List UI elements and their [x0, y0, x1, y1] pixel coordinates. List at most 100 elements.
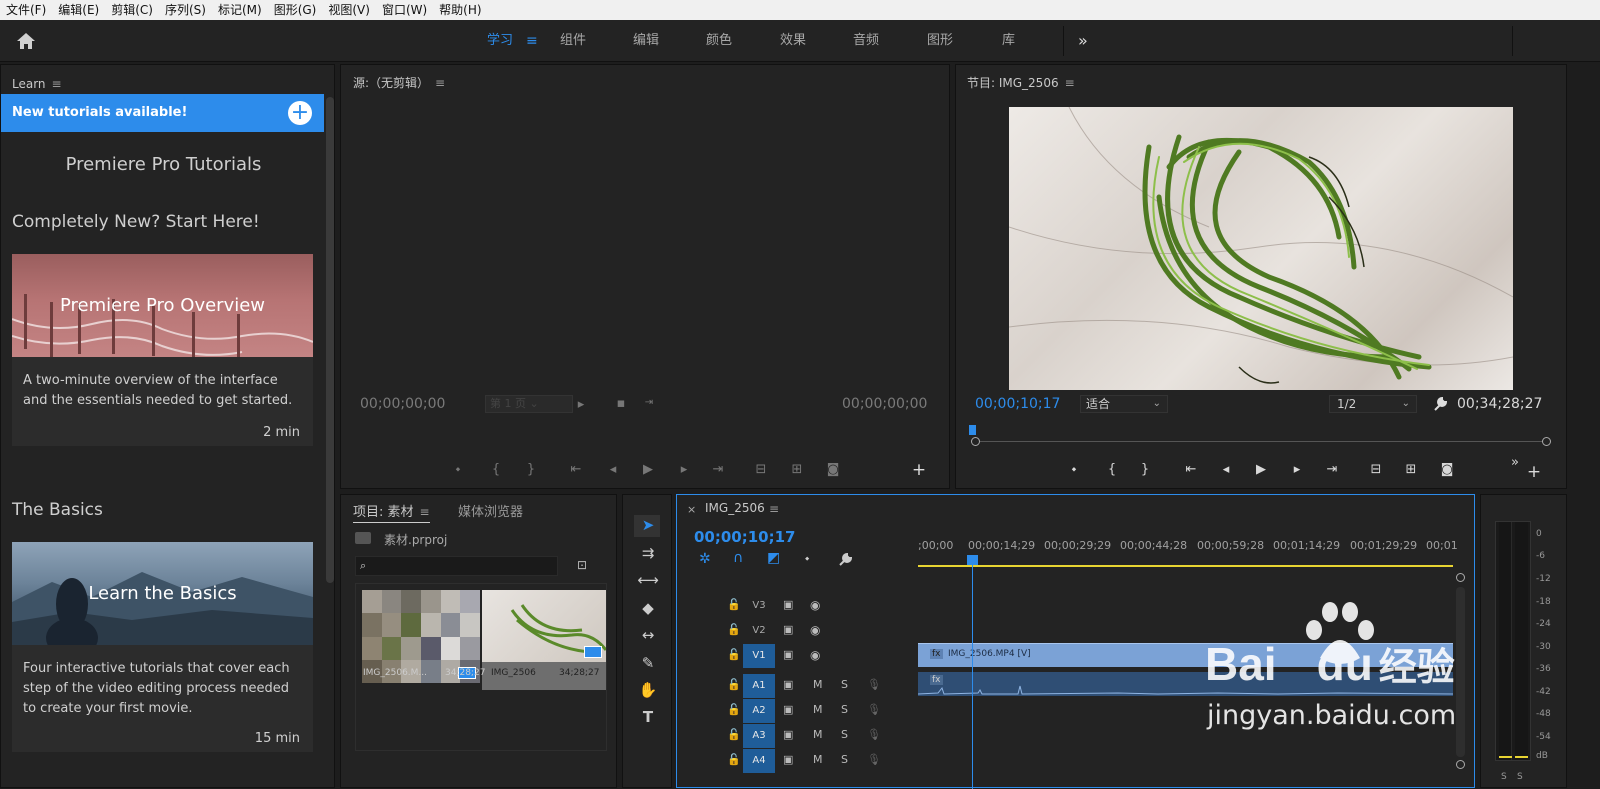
lock-icon[interactable]: 🔓 [727, 648, 741, 661]
program-playhead[interactable] [969, 425, 976, 435]
track-v3-label[interactable]: V3 [743, 594, 775, 618]
source-page-select[interactable]: 第 1 页 ⌄ [485, 395, 573, 413]
solo-left-button[interactable]: S [1501, 772, 1507, 782]
track-a4-label[interactable]: A4 [743, 749, 775, 773]
sync-lock-icon[interactable]: ▣ [783, 728, 793, 741]
tutorial-card-overview[interactable]: Premiere Pro Overview A two-minute overv… [12, 254, 313, 446]
timeline-scroll-top[interactable] [1456, 573, 1465, 582]
menu-edit[interactable]: 编辑(E) [52, 0, 105, 20]
source-mark-in-icon[interactable]: { [486, 462, 506, 477]
solo-right-button[interactable]: S [1517, 772, 1523, 782]
lock-icon[interactable]: 🔓 [727, 728, 741, 741]
camera-icon[interactable]: ▣ [783, 598, 793, 611]
workspace-menu-icon[interactable]: ≡ [526, 20, 538, 62]
program-extract-icon[interactable]: ⊞ [1400, 462, 1422, 477]
panel-menu-icon[interactable]: ≡ [420, 505, 430, 519]
panel-menu-icon[interactable]: ≡ [52, 77, 62, 91]
program-add-marker-icon[interactable]: ⬩ [1063, 462, 1085, 477]
audio-clip-a1[interactable]: fx [918, 672, 1453, 696]
lock-icon[interactable]: 🔓 [727, 703, 741, 716]
source-play-small-icon[interactable]: ▸ [571, 397, 591, 412]
close-sequence-icon[interactable]: × [687, 503, 696, 516]
program-mark-in-icon[interactable]: { [1101, 462, 1123, 477]
menu-clip[interactable]: 剪辑(C) [105, 0, 159, 20]
sync-lock-icon[interactable]: ▣ [783, 678, 793, 691]
project-tab[interactable]: 项目: 素材 ≡ [353, 501, 430, 523]
camera-icon[interactable]: ▣ [783, 648, 793, 661]
source-insert-icon[interactable]: ⊟ [751, 462, 771, 477]
menu-window[interactable]: 窗口(W) [376, 0, 433, 20]
track-a1-label[interactable]: A1 [743, 674, 775, 698]
solo-button[interactable]: S [841, 703, 848, 716]
track-a2-label[interactable]: A2 [743, 699, 775, 723]
source-camera-icon[interactable]: ◙ [823, 462, 843, 477]
lock-icon[interactable]: 🔓 [727, 623, 741, 636]
source-go-out-icon[interactable]: ⇥ [708, 462, 728, 477]
razor-tool-icon[interactable]: ◆ [637, 599, 659, 617]
menu-sequence[interactable]: 序列(S) [159, 0, 212, 20]
panel-menu-icon[interactable]: ≡ [435, 76, 445, 90]
track-v1-label[interactable]: V1 [743, 644, 775, 668]
timeline-timecode[interactable]: 00;00;10;17 [694, 528, 796, 546]
mic-icon[interactable]: 🎙 [867, 728, 881, 741]
program-video-frame[interactable] [1009, 107, 1513, 390]
mute-button[interactable]: M [813, 753, 823, 766]
source-export-icon[interactable]: ▪ [611, 396, 631, 411]
program-resolution-select[interactable]: 1/2 ⌄ [1329, 395, 1417, 413]
solo-button[interactable]: S [841, 678, 848, 691]
program-go-out-icon[interactable]: ⇥ [1321, 462, 1343, 477]
learn-panel-title[interactable]: Learn [12, 77, 46, 91]
program-lift-icon[interactable]: ⊟ [1365, 462, 1387, 477]
program-fit-select[interactable]: 适合 ⌄ [1080, 395, 1168, 413]
mic-icon[interactable]: 🎙 [867, 753, 881, 766]
add-marker-icon[interactable]: ⬩ [805, 551, 809, 566]
type-tool-icon[interactable]: T [637, 708, 659, 726]
source-title[interactable]: 源:（无剪辑） [353, 76, 429, 90]
add-icon[interactable]: + [288, 101, 312, 125]
tutorial-card-basics[interactable]: Learn the Basics Four interactive tutori… [12, 542, 313, 752]
hand-tool-icon[interactable]: ✋ [637, 681, 659, 699]
mic-icon[interactable]: 🎙 [867, 678, 881, 691]
workspace-tab-effects[interactable]: 效果 [780, 20, 806, 62]
workspace-tab-audio[interactable]: 音频 [853, 20, 879, 62]
mic-icon[interactable]: 🎙 [867, 703, 881, 716]
timeline-scroll-bottom[interactable] [1456, 760, 1465, 769]
source-step-back-icon[interactable]: ◂ [603, 462, 623, 477]
workspace-tab-assembly[interactable]: 组件 [560, 20, 586, 62]
program-play-icon[interactable]: ▶ [1250, 462, 1272, 477]
more-workspaces-icon[interactable]: » [1078, 20, 1088, 62]
ripple-edit-tool-icon[interactable]: ⟷ [637, 571, 659, 589]
project-search-input[interactable]: ⌕ [355, 556, 558, 576]
menu-markers[interactable]: 标记(M) [212, 0, 268, 20]
source-go-in-icon[interactable]: ⇤ [566, 462, 586, 477]
program-step-back-icon[interactable]: ◂ [1215, 462, 1237, 477]
panel-menu-icon[interactable]: ≡ [1065, 76, 1075, 90]
home-icon[interactable] [16, 32, 36, 50]
snap-magnet-icon[interactable]: ∩ [733, 550, 743, 566]
timeline-playhead[interactable] [967, 555, 978, 565]
workspace-tab-libraries[interactable]: 库 [1002, 20, 1015, 62]
eye-icon[interactable]: ◉ [810, 598, 820, 612]
program-go-in-icon[interactable]: ⇤ [1180, 462, 1202, 477]
lock-icon[interactable]: 🔓 [727, 598, 741, 611]
timeline-scrollbar[interactable] [1456, 587, 1465, 757]
track-a3-label[interactable]: A3 [743, 724, 775, 748]
source-timecode-left[interactable]: 00;00;00;00 [360, 396, 445, 412]
panel-menu-icon[interactable]: ≡ [769, 502, 779, 516]
camera-icon[interactable]: ▣ [783, 623, 793, 636]
lock-icon[interactable]: 🔓 [727, 753, 741, 766]
menu-view[interactable]: 视图(V) [322, 0, 376, 20]
wrench-icon[interactable] [1432, 396, 1448, 412]
slip-tool-icon[interactable]: ↔ [637, 626, 659, 644]
program-step-fwd-icon[interactable]: ▸ [1286, 462, 1308, 477]
program-timecode-left[interactable]: 00;00;10;17 [975, 396, 1060, 412]
lock-icon[interactable]: 🔓 [727, 678, 741, 691]
source-add-button-icon[interactable]: + [909, 460, 929, 480]
sync-lock-icon[interactable]: ▣ [783, 703, 793, 716]
source-mark-out-icon[interactable]: } [521, 462, 541, 477]
program-add-button-icon[interactable]: + [1523, 462, 1545, 482]
track-v2-label[interactable]: V2 [743, 619, 775, 643]
solo-button[interactable]: S [841, 753, 848, 766]
source-overwrite-icon[interactable]: ⊞ [787, 462, 807, 477]
find-icon[interactable]: ⊡ [577, 558, 587, 572]
